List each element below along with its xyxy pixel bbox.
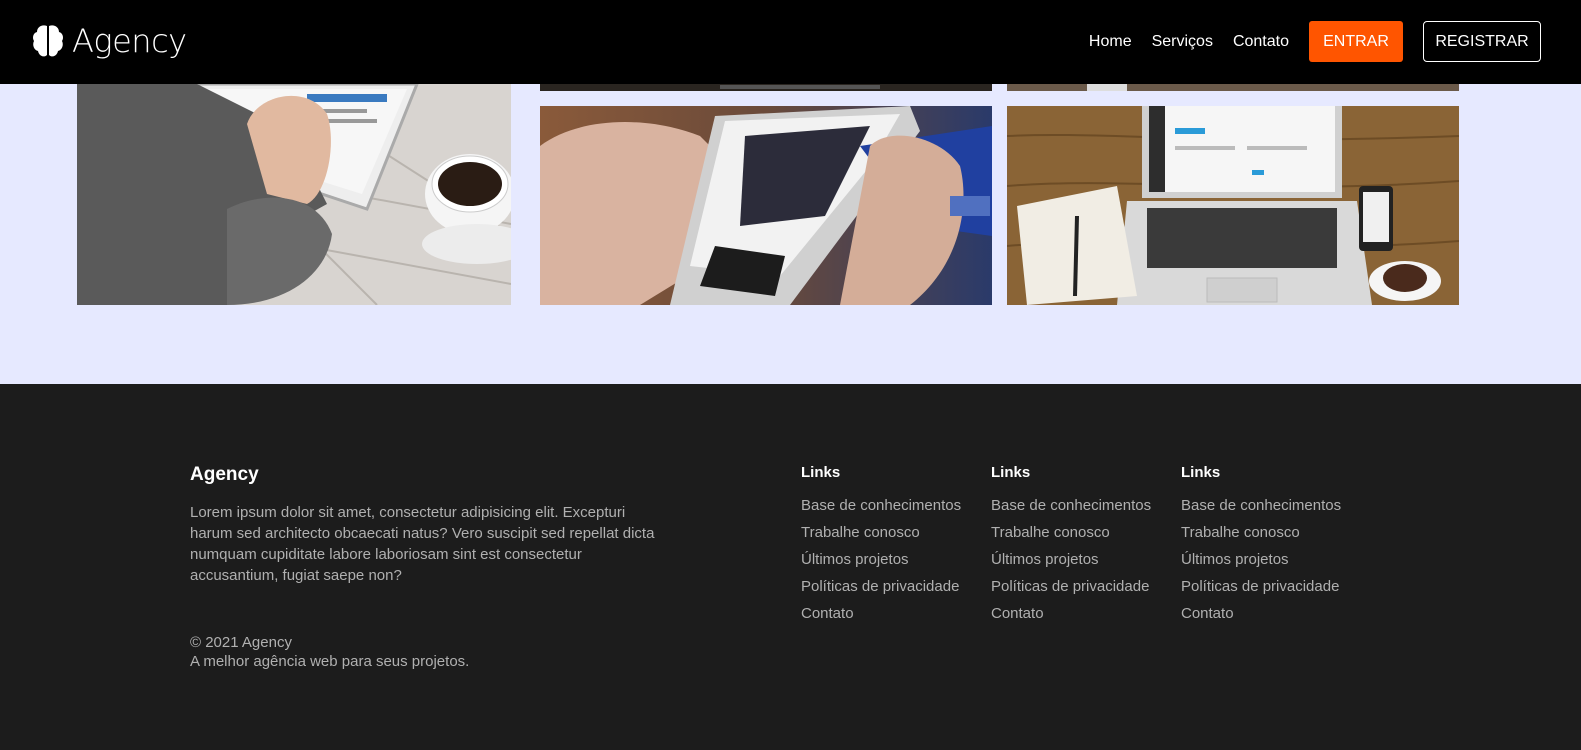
footer-link-latest-projects[interactable]: Últimos projetos — [1181, 550, 1361, 577]
footer-link-careers[interactable]: Trabalhe conosco — [1181, 523, 1361, 550]
footer-link-careers[interactable]: Trabalhe conosco — [991, 523, 1171, 550]
gallery-image-top-middle[interactable] — [540, 84, 992, 91]
footer-links-column-3: Links Base de conhecimentos Trabalhe con… — [1181, 464, 1361, 631]
footer-link-privacy[interactable]: Políticas de privacidade — [801, 577, 981, 604]
main-nav: Home Serviços Contato ENTRAR REGISTRAR — [1089, 21, 1541, 62]
footer-link-latest-projects[interactable]: Últimos projetos — [991, 550, 1171, 577]
laptop-keyboard-image — [540, 84, 992, 91]
footer-link-careers[interactable]: Trabalhe conosco — [801, 523, 981, 550]
register-button[interactable]: REGISTRAR — [1423, 21, 1541, 62]
footer-link-knowledge-base[interactable]: Base de conhecimentos — [991, 496, 1171, 523]
footer-column-title: Links — [801, 464, 841, 481]
gallery-image-tablet-coffee[interactable] — [77, 84, 511, 305]
footer-link-knowledge-base[interactable]: Base de conhecimentos — [801, 496, 981, 523]
footer-link-contact[interactable]: Contato — [1181, 604, 1361, 631]
footer-tagline: A melhor agência web para seus projetos. — [190, 653, 470, 670]
laptop-workspace-image — [1007, 106, 1459, 305]
footer-brand: Agency — [190, 464, 259, 485]
desk-image — [1007, 84, 1459, 91]
gallery-image-laptop-desk[interactable] — [1007, 106, 1459, 305]
site-header: Agency Home Serviços Contato ENTRAR REGI… — [0, 0, 1581, 84]
brain-icon — [33, 25, 63, 57]
brand-name: Agency — [72, 22, 187, 60]
footer-link-privacy[interactable]: Políticas de privacidade — [991, 577, 1171, 604]
footer-link-knowledge-base[interactable]: Base de conhecimentos — [1181, 496, 1361, 523]
footer-link-latest-projects[interactable]: Últimos projetos — [801, 550, 981, 577]
footer-column-title: Links — [1181, 464, 1221, 481]
footer-link-contact[interactable]: Contato — [991, 604, 1171, 631]
gallery-image-phone-card[interactable] — [540, 106, 992, 305]
footer-links-column-1: Links Base de conhecimentos Trabalhe con… — [801, 464, 981, 631]
nav-contact[interactable]: Contato — [1233, 33, 1289, 51]
nav-services[interactable]: Serviços — [1152, 33, 1213, 51]
tablet-coffee-image — [77, 84, 511, 305]
brand-logo[interactable]: Agency — [32, 22, 187, 60]
nav-home[interactable]: Home — [1089, 33, 1132, 51]
login-button[interactable]: ENTRAR — [1309, 21, 1403, 62]
phone-shopping-image — [540, 106, 992, 305]
site-footer: Agency Lorem ipsum dolor sit amet, conse… — [0, 384, 1581, 750]
footer-copyright-block: © 2021 Agency A melhor agência web para … — [190, 633, 469, 671]
gallery-image-top-right[interactable] — [1007, 84, 1459, 91]
footer-link-contact[interactable]: Contato — [801, 604, 981, 631]
footer-links-column-2: Links Base de conhecimentos Trabalhe con… — [991, 464, 1171, 631]
footer-description: Lorem ipsum dolor sit amet, consectetur … — [190, 504, 655, 584]
footer-column-title: Links — [991, 464, 1031, 481]
footer-copyright: © 2021 Agency — [190, 634, 292, 651]
footer-link-privacy[interactable]: Políticas de privacidade — [1181, 577, 1361, 604]
